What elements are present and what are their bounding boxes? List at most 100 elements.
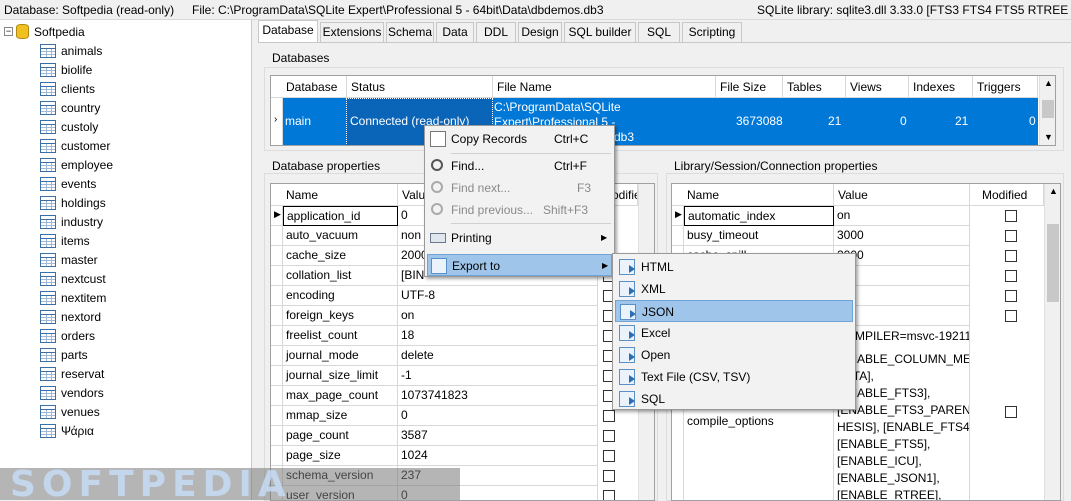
tab-schema[interactable]: Schema bbox=[386, 22, 434, 42]
scroll-up-icon[interactable]: ▲ bbox=[1049, 186, 1058, 196]
lib-properties-scrollbar[interactable]: ▲ bbox=[1044, 184, 1060, 500]
property-value[interactable]: delete bbox=[398, 346, 598, 366]
tree-item-table[interactable]: nextcust bbox=[40, 269, 106, 288]
modified-checkbox[interactable] bbox=[1005, 290, 1017, 302]
menu-export-to[interactable]: Export to ▶ bbox=[427, 254, 612, 276]
export-open[interactable]: Open bbox=[615, 344, 853, 366]
tree-item-table[interactable]: biolife bbox=[40, 60, 92, 79]
property-value[interactable]: 3587 bbox=[398, 426, 598, 446]
col-tables[interactable]: Tables bbox=[783, 76, 846, 98]
property-name[interactable]: cache_size bbox=[283, 246, 398, 266]
col-views[interactable]: Views bbox=[846, 76, 909, 98]
tree-item-table[interactable]: venues bbox=[40, 402, 100, 421]
tree-item-table[interactable]: country bbox=[40, 98, 100, 117]
tab-extensions[interactable]: Extensions bbox=[320, 22, 384, 42]
property-name[interactable]: encoding bbox=[283, 286, 398, 306]
modified-checkbox[interactable] bbox=[1005, 250, 1017, 262]
scroll-thumb[interactable] bbox=[1047, 224, 1059, 302]
property-value[interactable]: on bbox=[834, 206, 970, 226]
modified-checkbox[interactable] bbox=[603, 410, 615, 422]
database-tree[interactable]: − Softpedia animals biolife clients country… bbox=[0, 20, 252, 500]
property-value[interactable]: 1024 bbox=[398, 446, 598, 466]
modified-checkbox[interactable] bbox=[1005, 210, 1017, 222]
menu-copy-records[interactable]: Copy Records Ctrl+C bbox=[427, 128, 612, 150]
property-value[interactable]: 18 bbox=[398, 326, 598, 346]
property-value[interactable]: 1073741823 bbox=[398, 386, 598, 406]
tree-item-table[interactable]: employee bbox=[40, 155, 113, 174]
tab-design[interactable]: Design bbox=[518, 22, 562, 42]
modified-checkbox[interactable] bbox=[1005, 230, 1017, 242]
col-file-size[interactable]: File Size bbox=[716, 76, 783, 98]
tree-item-table[interactable]: orders bbox=[40, 326, 95, 345]
table-row[interactable]: main Connected (read-only) C:\ProgramDat… bbox=[283, 98, 1038, 145]
tab-sql[interactable]: SQL bbox=[638, 22, 680, 42]
col-database[interactable]: Database bbox=[271, 76, 347, 98]
tree-item-table[interactable]: nextord bbox=[40, 307, 101, 326]
tree-item-table[interactable]: industry bbox=[40, 212, 103, 231]
menu-printing[interactable]: Printing ▶ bbox=[427, 227, 612, 249]
tree-item-table[interactable]: vendors bbox=[40, 383, 104, 402]
tree-item-table[interactable]: items bbox=[40, 231, 90, 250]
modified-checkbox[interactable] bbox=[1005, 270, 1017, 282]
export-sql[interactable]: SQL bbox=[615, 388, 853, 410]
tree-item-table[interactable]: animals bbox=[40, 41, 102, 60]
tree-item-table[interactable]: custoly bbox=[40, 117, 98, 136]
property-name[interactable]: freelist_count bbox=[283, 326, 398, 346]
menu-find-previous[interactable]: Find previous... Shift+F3 bbox=[427, 199, 612, 221]
scroll-up-icon[interactable]: ▲ bbox=[1044, 78, 1053, 88]
property-value[interactable]: 0 bbox=[398, 406, 598, 426]
databases-scrollbar[interactable]: ▲ ▼ bbox=[1039, 76, 1055, 145]
export-json[interactable]: JSON bbox=[615, 300, 853, 322]
col-indexes[interactable]: Indexes bbox=[909, 76, 973, 98]
tree-item-table[interactable]: Ψάρια bbox=[40, 421, 94, 440]
export-xml[interactable]: XML bbox=[615, 278, 853, 300]
tab-scripting[interactable]: Scripting bbox=[682, 22, 742, 42]
modified-checkbox[interactable] bbox=[1005, 406, 1017, 418]
property-name[interactable]: journal_mode bbox=[283, 346, 398, 366]
col-modified[interactable]: Modified bbox=[970, 184, 1044, 206]
property-name[interactable]: page_count bbox=[283, 426, 398, 446]
col-status[interactable]: Status bbox=[347, 76, 493, 98]
tree-item-table[interactable]: customer bbox=[40, 136, 110, 155]
tab-database[interactable]: Database bbox=[258, 20, 318, 42]
property-name[interactable]: mmap_size bbox=[283, 406, 398, 426]
scroll-thumb[interactable] bbox=[1042, 100, 1054, 118]
col-file-name[interactable]: File Name bbox=[493, 76, 716, 98]
tree-item-table[interactable]: parts bbox=[40, 345, 88, 364]
property-name[interactable]: busy_timeout bbox=[684, 226, 834, 246]
export-html[interactable]: HTML bbox=[615, 256, 853, 278]
property-name[interactable]: application_id bbox=[283, 206, 398, 226]
tab-sql-builder[interactable]: SQL builder bbox=[564, 22, 636, 42]
col-value[interactable]: Value bbox=[834, 184, 970, 206]
property-name[interactable]: max_page_count bbox=[283, 386, 398, 406]
tree-item-table[interactable]: events bbox=[40, 174, 96, 193]
tab-data[interactable]: Data bbox=[436, 22, 474, 42]
databases-grid[interactable]: Database Status File Name File Size Tabl… bbox=[270, 75, 1056, 146]
modified-checkbox[interactable] bbox=[603, 450, 615, 462]
menu-find-next[interactable]: Find next... F3 bbox=[427, 177, 612, 199]
tree-item-table[interactable]: holdings bbox=[40, 193, 106, 212]
property-value[interactable]: on bbox=[398, 306, 598, 326]
tree-item-table[interactable]: reservat bbox=[40, 364, 104, 383]
modified-checkbox[interactable] bbox=[1005, 310, 1017, 322]
property-name[interactable]: foreign_keys bbox=[283, 306, 398, 326]
property-name[interactable]: collation_list bbox=[283, 266, 398, 286]
tree-item-table[interactable]: nextitem bbox=[40, 288, 106, 307]
col-triggers[interactable]: Triggers bbox=[973, 76, 1038, 98]
menu-find[interactable]: Find... Ctrl+F bbox=[427, 155, 612, 177]
property-name[interactable]: page_size bbox=[283, 446, 398, 466]
tree-item-table[interactable]: clients bbox=[40, 79, 95, 98]
modified-checkbox[interactable] bbox=[603, 490, 615, 500]
property-name[interactable]: journal_size_limit bbox=[283, 366, 398, 386]
property-name[interactable]: auto_vacuum bbox=[283, 226, 398, 246]
property-name[interactable]: automatic_index bbox=[684, 206, 834, 226]
scroll-down-icon[interactable]: ▼ bbox=[1044, 132, 1053, 142]
tree-root-softpedia[interactable]: − Softpedia bbox=[4, 23, 85, 40]
property-value[interactable]: UTF-8 bbox=[398, 286, 598, 306]
property-value[interactable]: -1 bbox=[398, 366, 598, 386]
export-text-file-csv-tsv[interactable]: Text File (CSV, TSV) bbox=[615, 366, 853, 388]
property-value[interactable]: 3000 bbox=[834, 226, 970, 246]
modified-checkbox[interactable] bbox=[603, 430, 615, 442]
col-name[interactable]: Name bbox=[271, 184, 398, 206]
tree-item-table[interactable]: master bbox=[40, 250, 98, 269]
